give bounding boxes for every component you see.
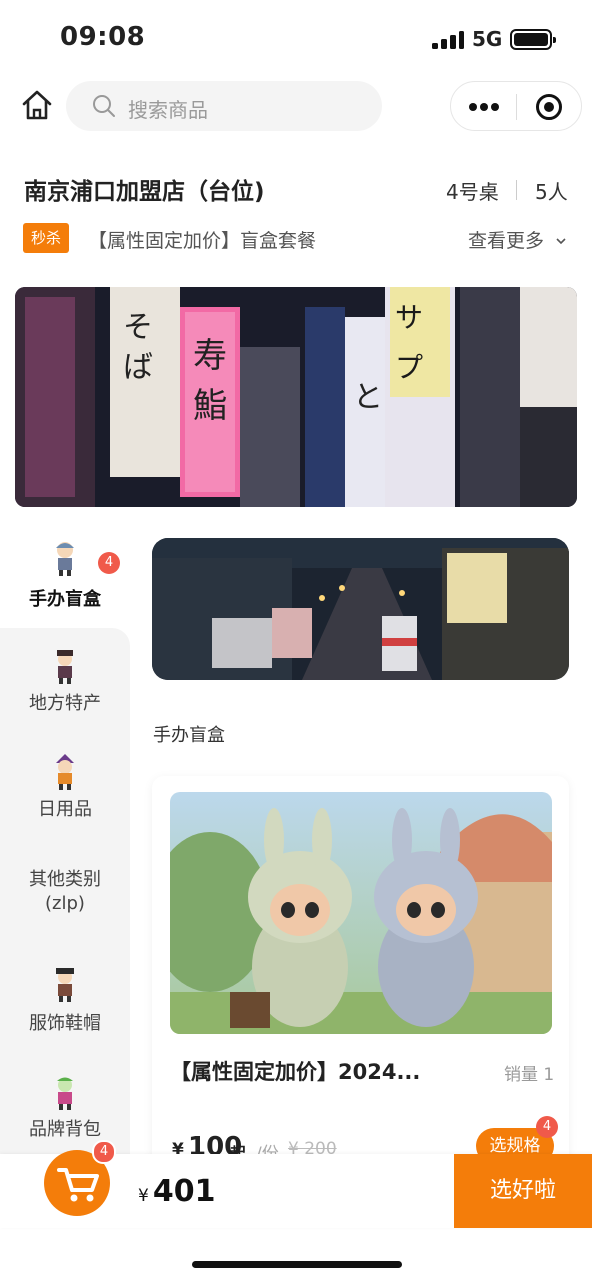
product-image[interactable] — [170, 792, 552, 1034]
svg-text:ば: ば — [123, 350, 153, 385]
category-banner-image — [152, 538, 569, 680]
svg-text:プ: プ — [395, 351, 423, 384]
store-banner-image: そ ば 寿 鮨 と サ プ — [15, 287, 577, 507]
category-avatar-icon — [50, 540, 80, 576]
category-avatar-icon — [50, 966, 80, 1002]
chevron-down-icon — [555, 232, 567, 245]
promo-text[interactable]: 【属性固定加价】盲盒套餐 — [88, 226, 316, 253]
category-label: 品牌背包 — [29, 1119, 101, 1140]
svg-text:鮨: 鮨 — [193, 386, 227, 426]
network-label: 5G — [472, 27, 503, 51]
cart-bar: 4 ¥401 选好啦 — [0, 1140, 592, 1228]
cart-total: ¥401 — [138, 1174, 215, 1209]
category-avatar-icon — [50, 1074, 80, 1110]
cart-badge: 4 — [92, 1140, 116, 1164]
category-item-figures[interactable]: 4 手办盲盒 — [0, 540, 130, 620]
store-name: 南京浦口加盟店（台位) — [24, 179, 265, 205]
category-label-sub: (zlp) — [45, 893, 85, 914]
category-label: 手办盲盒 — [29, 589, 101, 610]
section-title: 手办盲盒 — [153, 725, 225, 746]
people-count: 5人 — [535, 180, 568, 204]
svg-text:そ: そ — [123, 310, 153, 345]
status-bar: 09:08 5G — [0, 0, 592, 78]
product-name: 【属性固定加价】2024... — [170, 1060, 421, 1084]
category-sidebar: 4 手办盲盒 地方特产 日用品 其他类别 (zlp) 服饰鞋帽 品牌背包 — [0, 520, 130, 1168]
search-icon — [92, 94, 116, 118]
product-card[interactable]: 【属性固定加价】2024... 销量 1 ¥ 100 起 /份 ¥ 200 选规… — [152, 776, 569, 1176]
total-amount: 401 — [152, 1174, 216, 1209]
category-avatar-icon — [50, 648, 80, 684]
signal-icon — [432, 31, 464, 49]
checkout-button[interactable]: 选好啦 — [454, 1154, 592, 1228]
status-time: 09:08 — [60, 22, 146, 52]
category-label: 地方特产 — [29, 693, 101, 714]
select-spec-badge: 4 — [536, 1116, 558, 1138]
close-target-icon[interactable] — [536, 94, 562, 120]
table-number: 4号桌 — [446, 180, 499, 204]
product-sales: 销量 1 — [504, 1065, 555, 1085]
category-label: 服饰鞋帽 — [29, 1013, 101, 1034]
category-avatar-icon — [50, 754, 80, 790]
category-item-local-specialties[interactable]: 地方特产 — [0, 648, 130, 728]
category-badge: 4 — [98, 552, 120, 574]
category-item-apparel[interactable]: 服饰鞋帽 — [0, 966, 130, 1046]
home-icon[interactable] — [20, 88, 54, 122]
battery-icon — [510, 29, 556, 50]
nav-bar: 搜索商品 — [0, 78, 592, 134]
search-placeholder: 搜索商品 — [128, 98, 208, 122]
svg-text:寿: 寿 — [193, 336, 227, 376]
view-more-link[interactable]: 查看更多 — [468, 226, 544, 253]
total-currency: ¥ — [138, 1186, 149, 1206]
category-label: 其他类别 — [29, 869, 101, 890]
search-input[interactable]: 搜索商品 — [66, 81, 382, 131]
svg-text:と: と — [353, 380, 383, 415]
svg-text:サ: サ — [395, 301, 423, 334]
flash-sale-tag: 秒杀 — [23, 223, 69, 253]
more-icon[interactable] — [469, 103, 499, 111]
home-indicator — [192, 1261, 402, 1268]
category-label: 日用品 — [38, 799, 92, 820]
mini-program-capsule — [450, 81, 582, 131]
category-item-daily-goods[interactable]: 日用品 — [0, 754, 130, 834]
category-item-other[interactable]: 其他类别 (zlp) — [0, 866, 130, 926]
